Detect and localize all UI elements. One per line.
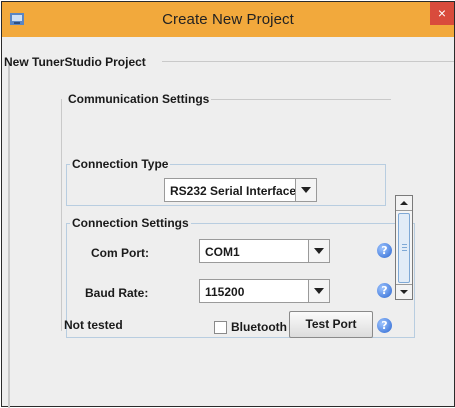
thumb-grip — [402, 250, 407, 251]
thumb-grip — [402, 247, 407, 248]
help-icon[interactable]: ? — [377, 318, 392, 333]
scroll-up-button[interactable] — [396, 196, 412, 211]
close-button[interactable]: × — [430, 2, 454, 25]
com-port-value: COM1 — [205, 245, 240, 259]
thumb-grip — [402, 244, 407, 245]
connection-settings-title: Connection Settings — [70, 216, 191, 230]
chevron-down-icon — [301, 187, 311, 193]
scroll-thumb[interactable] — [398, 213, 410, 283]
chevron-down-icon — [314, 248, 324, 254]
connection-type-select[interactable]: RS232 Serial Interface — [164, 178, 317, 202]
create-project-dialog: Create New Project × New TunerStudio Pro… — [1, 1, 455, 408]
help-icon[interactable]: ? — [377, 243, 392, 258]
com-port-select[interactable]: COM1 — [199, 239, 330, 263]
dropdown-button[interactable] — [308, 240, 329, 262]
title-bar[interactable]: Create New Project × — [2, 2, 454, 37]
chevron-down-icon — [400, 290, 408, 294]
scroll-down-button[interactable] — [396, 284, 412, 299]
baud-rate-label: Baud Rate: — [85, 286, 149, 300]
connection-type-group: Connection Type RS232 Serial Interface — [66, 157, 386, 206]
dropdown-button[interactable] — [295, 179, 316, 201]
connection-type-value: RS232 Serial Interface — [170, 184, 297, 198]
com-port-label: Com Port: — [91, 246, 149, 260]
test-status-text: Not tested — [64, 318, 123, 332]
bluetooth-checkbox[interactable] — [214, 321, 227, 334]
dropdown-button[interactable] — [308, 280, 329, 302]
communication-group-border-left — [61, 99, 62, 331]
help-icon[interactable]: ? — [377, 283, 392, 298]
window-title: Create New Project — [162, 11, 294, 28]
settings-scrollbar[interactable] — [395, 195, 413, 300]
connection-type-title: Connection Type — [70, 157, 171, 171]
chevron-down-icon — [314, 288, 324, 294]
baud-rate-select[interactable]: 115200 — [199, 279, 330, 303]
group-divider — [162, 61, 454, 62]
test-port-button[interactable]: Test Port — [289, 311, 373, 338]
group-border-left — [8, 63, 10, 408]
communication-group-title: Communication Settings — [66, 92, 212, 106]
chevron-up-icon — [400, 201, 408, 205]
project-group-title: New TunerStudio Project — [4, 55, 146, 69]
baud-rate-value: 115200 — [205, 285, 245, 299]
